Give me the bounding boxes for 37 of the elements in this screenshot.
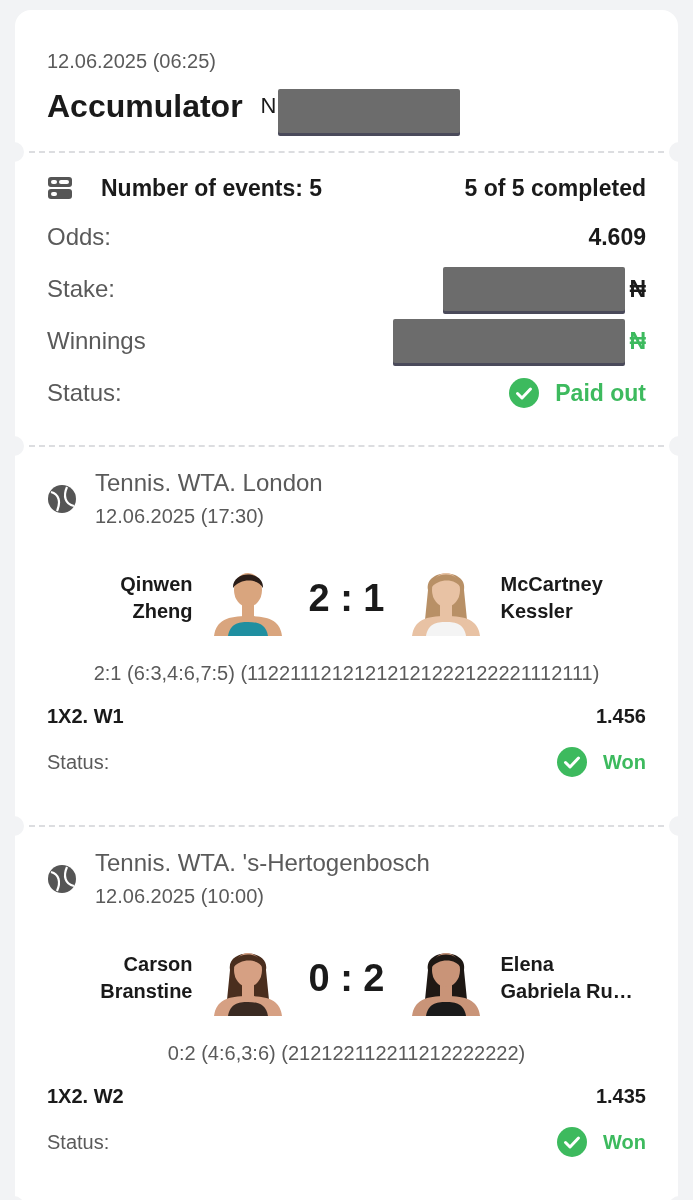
currency-sign: ₦: [629, 327, 646, 355]
event-date: 12.06.2025 (17:30): [95, 505, 266, 528]
market-name: 1X2. W2: [47, 1084, 124, 1108]
row-label: Status:: [47, 750, 110, 774]
player-name: Qinwen Zheng: [119, 572, 193, 624]
tennis-ball-icon: [47, 483, 77, 514]
league-title: Tennis. WTA. London: [95, 469, 323, 497]
currency-sign: ₦: [629, 275, 646, 303]
row-label: Stake:: [47, 275, 116, 303]
event-date: 12.06.2025 (10:00): [95, 885, 266, 908]
player-name: McCartney Kessler: [500, 572, 604, 624]
player-name: Carson Branstine: [99, 952, 193, 1004]
completed-count: 5 of 5 completed: [464, 174, 646, 202]
bet-date: 12.06.2025 (06:25): [47, 50, 218, 73]
row-label: Odds:: [47, 223, 112, 251]
league-title: Tennis. WTA. 's-Hertogenbosch: [95, 849, 430, 877]
odds-value: 4.609: [588, 223, 646, 251]
match-result: 0:2 (4:6,3:6) (212122112211212222222): [166, 1042, 527, 1065]
toggle-list-icon: [47, 175, 73, 201]
tennis-ball-icon: [47, 863, 77, 894]
bet-type: Accumulator: [47, 87, 243, 125]
events-count: Number of events: 5: [101, 174, 323, 202]
row-label: Status:: [47, 379, 122, 407]
status-value: Paid out: [555, 379, 646, 407]
match-result: 2:1 (6:3,4:6,7:5) (11221112121212121222122221112111): [92, 662, 601, 685]
market-name: 1X2. W1: [47, 704, 124, 728]
check-icon: [509, 378, 540, 408]
odds-value: 1.456: [595, 704, 646, 728]
match-score: 0 : 2: [307, 956, 386, 1000]
odds-value: 1.435: [595, 1084, 646, 1108]
bet-number: N: [260, 93, 277, 119]
status-value: Won: [603, 750, 646, 774]
row-label: Status:: [47, 1130, 110, 1154]
player-name: Elena Gabriela Ru…: [500, 952, 634, 1004]
row-label: Winnings: [47, 327, 146, 355]
match-score: 2 : 1: [307, 576, 386, 620]
status-value: Won: [603, 1130, 646, 1154]
